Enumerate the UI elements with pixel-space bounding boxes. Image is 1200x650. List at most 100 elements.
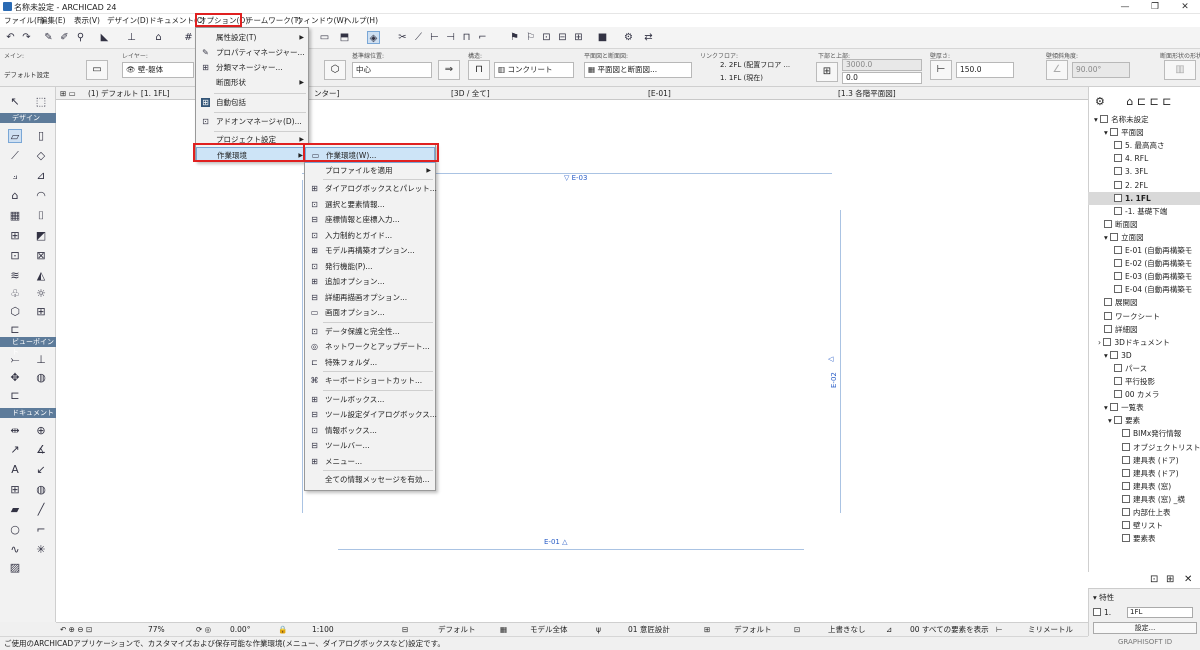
slab-tool-icon[interactable]: ◇ [34,149,48,163]
tab-layout[interactable]: [1.3 各階平面図] [838,88,896,99]
folder-icon[interactable]: ⊏ [1137,95,1146,108]
arrange-icon[interactable]: ⬒ [338,31,351,44]
shell-tool-icon[interactable]: ◠ [34,189,48,203]
work-env-item[interactable]: ⊞ 追加オプション... [305,274,435,290]
navigator-item[interactable]: E-03 (自動再構築モ [1088,270,1200,283]
intersect-icon[interactable]: ⊓ [460,31,473,44]
override-value[interactable]: 上書きなし [828,625,866,635]
snap-guide-icon[interactable]: ◣ [98,31,111,44]
elevation-marker-e01[interactable]: E-01 △ [544,538,567,546]
section-tool-icon[interactable]: ⤚ [8,353,22,367]
drawing-order-icon[interactable]: ■ [596,31,609,44]
menu-teamwork[interactable]: チームワーク(T) [246,15,301,26]
polyline-tool-icon[interactable]: ⌐ [34,523,48,537]
scissors-icon[interactable]: ✂ [396,31,409,44]
spline-tool-icon[interactable]: ∿ [8,543,22,557]
menu-help[interactable]: ヘルプ(H) [344,15,378,26]
menu-view[interactable]: 表示(V) [74,15,100,26]
section-design[interactable]: デザイン [0,113,56,123]
flag-icon[interactable]: ⚑ [508,31,521,44]
hotspot-tool-icon[interactable]: ✳ [34,543,48,557]
project-map-icon[interactable]: ⚙ [1095,95,1105,108]
undo-icon[interactable]: ↶ [4,31,17,44]
trim-icon[interactable]: ⟋ [412,31,425,44]
railing-tool-icon[interactable]: ⊿ [34,169,48,183]
navigator-item[interactable]: 建具表 (ドア) [1088,467,1200,480]
pick-up-icon[interactable]: ✎ [42,31,55,44]
navigator-item[interactable]: ワークシート [1088,310,1200,323]
top-height-input[interactable]: 3000.0 [842,59,922,71]
navigator-item[interactable]: 2. 2FL [1088,179,1200,192]
section-shape-button[interactable]: ▥ [1164,60,1196,80]
work-env-item[interactable]: ⊡ 選択と要素情報... [305,197,435,213]
pen-set-value[interactable]: 01 意匠設計 [628,625,670,635]
elevation-marker-e03[interactable]: ▽ E-03 [564,174,587,182]
view-settings-icon[interactable]: ⊞ [1166,574,1174,585]
flag-down-icon[interactable]: ⚐ [524,31,537,44]
curtainwall-tool-icon[interactable]: ▦ [8,209,22,223]
navigator-item[interactable]: 1. 1FL [1088,191,1200,205]
renovation-value[interactable]: 00 すべての要素を表示 [910,625,989,635]
maximize-button[interactable]: ❐ [1140,0,1170,14]
work-env-item[interactable]: ⊟ 詳細再描画オプション... [305,290,435,306]
tab-partial[interactable]: ンター] [314,88,339,99]
fill-tool-icon[interactable]: ▰ [8,503,22,517]
label-tool-icon[interactable]: ↙ [34,463,48,477]
grid-icon[interactable]: # [182,31,195,44]
graphisoft-id[interactable]: GRAPHISOFT ID [1118,638,1172,646]
work-env-item[interactable]: ⊡ 情報ボックス... [305,423,435,439]
camera-tool-icon[interactable]: ⊏ [8,389,22,403]
work-env-item[interactable]: ◎ ネットワークとアップデート... [305,339,435,355]
redo-icon[interactable]: ↷ [20,31,33,44]
menu-file[interactable]: ファイル(F) [4,15,44,26]
navigator-item[interactable]: ▾ 名称未設定 [1088,113,1200,126]
property-name-input[interactable]: 1FL [1127,607,1193,618]
work-env-item[interactable]: ⊟ 座標情報と座標入力... [305,212,435,228]
navigator-item[interactable]: 建具表 (窓) [1088,480,1200,493]
radial-dim-tool-icon[interactable]: ↗ [8,443,22,457]
work-env-item[interactable]: ⊞ メニュー... [305,454,435,470]
arrow-tool-icon[interactable]: ↖ [8,95,22,109]
adjust-icon[interactable]: ⊣ [444,31,457,44]
work-env-item[interactable]: ⊞ ダイアログボックスとパレット... [305,181,437,197]
menu-item-profile[interactable]: 断面形状 ▶ [196,75,308,90]
interior-tool-icon[interactable]: ✥ [8,371,22,385]
navigator-item[interactable]: 要素表 [1088,532,1200,545]
navigator-item[interactable]: パース [1088,362,1200,375]
zoom-value[interactable]: 77% [148,625,165,635]
menu-design[interactable]: デザイン(D) [107,15,149,26]
default-setting-label[interactable]: デフォルト設定 [4,69,50,79]
group-icon[interactable]: ⊡ [540,31,553,44]
marquee-tool-icon[interactable]: ⬚ [34,95,48,109]
properties-header[interactable]: ▾ 特性 [1093,592,1114,603]
ungroup-icon[interactable]: ⊟ [556,31,569,44]
split-icon[interactable]: ⊢ [428,31,441,44]
circle-tool-icon[interactable]: ○ [8,523,22,537]
syringe-icon[interactable]: ⚲ [74,31,87,44]
navigator-item[interactable]: 00 カメラ [1088,388,1200,401]
work-env-item[interactable]: ⌘ キーボードショートカット... [305,373,435,389]
navigator-item[interactable]: 3. 3FL [1088,165,1200,178]
work-env-item[interactable]: 全ての情報メッセージを有効... [305,472,435,488]
worksheet-tool-icon[interactable]: ◍ [34,371,48,385]
navigator-item[interactable]: 5. 最高高さ [1088,139,1200,152]
lock-icon[interactable]: ⊞ [572,31,585,44]
navigator-item[interactable]: ▾ 3D [1088,349,1200,362]
teamwork-icon[interactable]: ⚙ [622,31,635,44]
menu-item-auto-intersect[interactable]: ⊞ 自動包括 [196,95,308,110]
work-env-item[interactable]: ⊟ ツール設定ダイアログボックス... [305,407,437,423]
rotate-icon[interactable]: ⟳ ◎ [196,625,211,635]
wall-angle-input[interactable]: 90.00° [1072,62,1130,78]
minimize-button[interactable]: — [1110,0,1140,14]
beam-tool-icon[interactable]: ⟋ [8,149,22,163]
home-icon[interactable]: ⌂ [1126,95,1133,108]
morph-tool-icon[interactable]: ◭ [34,269,48,283]
tab-elevation[interactable]: [E-01] [648,88,671,99]
skylight-tool-icon[interactable]: ◩ [34,229,48,243]
navigator-item[interactable]: ▾ 平面図 [1088,126,1200,139]
elevation-tool-icon[interactable]: ⊥ [34,353,48,367]
roof-tool-icon[interactable]: ⌂ [8,189,22,203]
angle-dim-tool-icon[interactable]: ∡ [34,443,48,457]
lamp-tool-icon[interactable]: ♧ [8,287,22,301]
navigator-item[interactable]: 展開図 [1088,296,1200,309]
